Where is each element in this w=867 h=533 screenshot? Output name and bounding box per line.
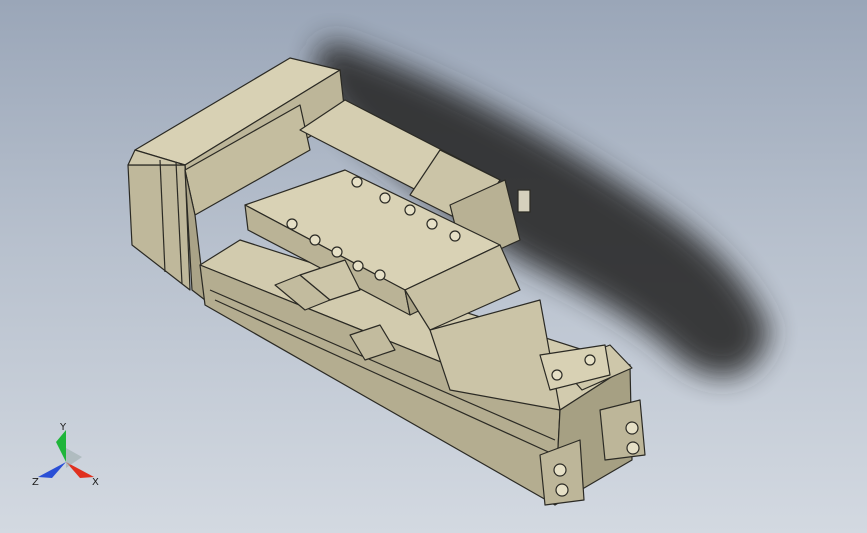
graphics-viewport[interactable]: Y X Z <box>0 0 867 533</box>
triad-center <box>66 448 82 468</box>
shaft-stub <box>517 189 531 213</box>
model-view[interactable] <box>0 0 867 533</box>
y-axis-arrow <box>56 430 66 462</box>
z-axis-arrow <box>38 462 66 478</box>
z-axis-label: Z <box>32 477 39 488</box>
x-axis-label: X <box>92 477 99 488</box>
orientation-triad[interactable]: Y X Z <box>26 420 106 495</box>
y-axis-label: Y <box>59 422 67 433</box>
